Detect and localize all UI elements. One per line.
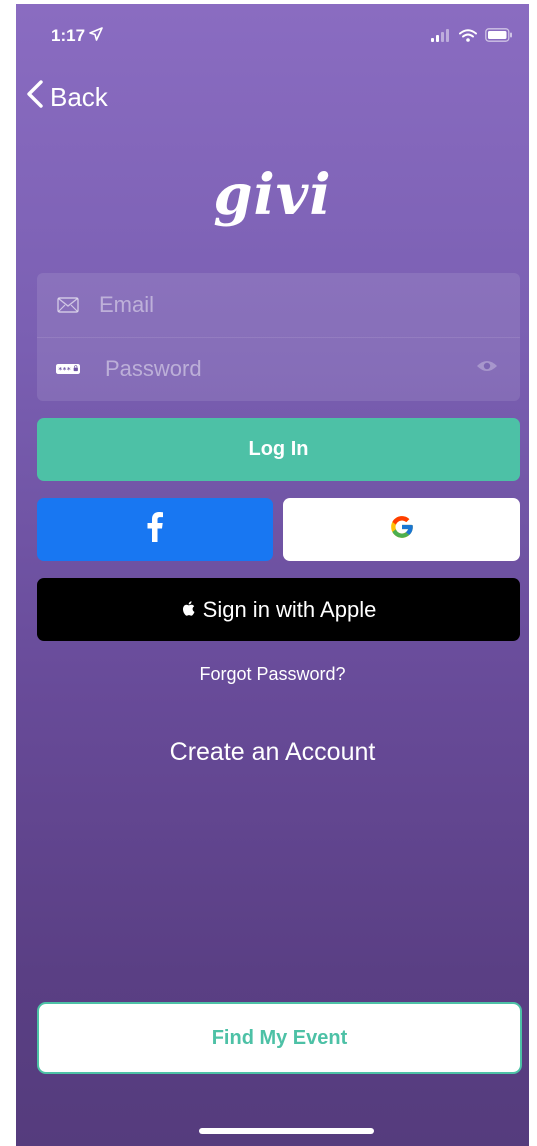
create-account-link[interactable]: Create an Account [16, 738, 529, 767]
status-time: 1:17 [51, 26, 86, 45]
givi-logo: givi [213, 162, 332, 228]
envelope-icon [56, 297, 80, 313]
find-my-event-button[interactable]: Find My Event [37, 1002, 522, 1074]
apple-signin-button[interactable]: Sign in with Apple [37, 578, 520, 641]
login-form: *** [37, 273, 520, 401]
password-field[interactable] [103, 355, 520, 383]
back-label: Back [50, 82, 108, 112]
home-indicator[interactable] [199, 1128, 374, 1134]
battery-icon [485, 28, 513, 47]
status-bar: 1:17 [16, 4, 529, 68]
find-my-event-label: Find My Event [211, 1026, 348, 1049]
email-field-row [37, 273, 520, 338]
password-field-row: *** [37, 337, 520, 401]
location-arrow-icon [89, 26, 103, 46]
cellular-signal-icon [431, 28, 451, 47]
google-icon [389, 514, 415, 545]
status-icons [431, 28, 513, 47]
facebook-login-button[interactable] [37, 498, 273, 561]
forgot-password-link[interactable]: Forgot Password? [16, 664, 529, 685]
email-field[interactable] [97, 291, 520, 319]
password-dots-icon: *** [56, 362, 80, 376]
login-screen: 1:17 Back givi Email *** Log In Sign in … [16, 4, 529, 1146]
apple-icon [181, 597, 195, 623]
login-button-label: Log In [248, 438, 309, 460]
status-time-group: 1:17 [51, 26, 103, 46]
back-button[interactable]: Back [26, 80, 108, 115]
facebook-icon [147, 512, 163, 547]
wifi-icon [459, 28, 477, 47]
svg-text:***: *** [58, 365, 71, 374]
google-login-button[interactable] [283, 498, 520, 561]
eye-icon[interactable] [476, 359, 498, 378]
login-button[interactable]: Log In [37, 418, 520, 481]
chevron-left-icon [26, 80, 44, 115]
apple-signin-label: Sign in with Apple [202, 596, 377, 622]
